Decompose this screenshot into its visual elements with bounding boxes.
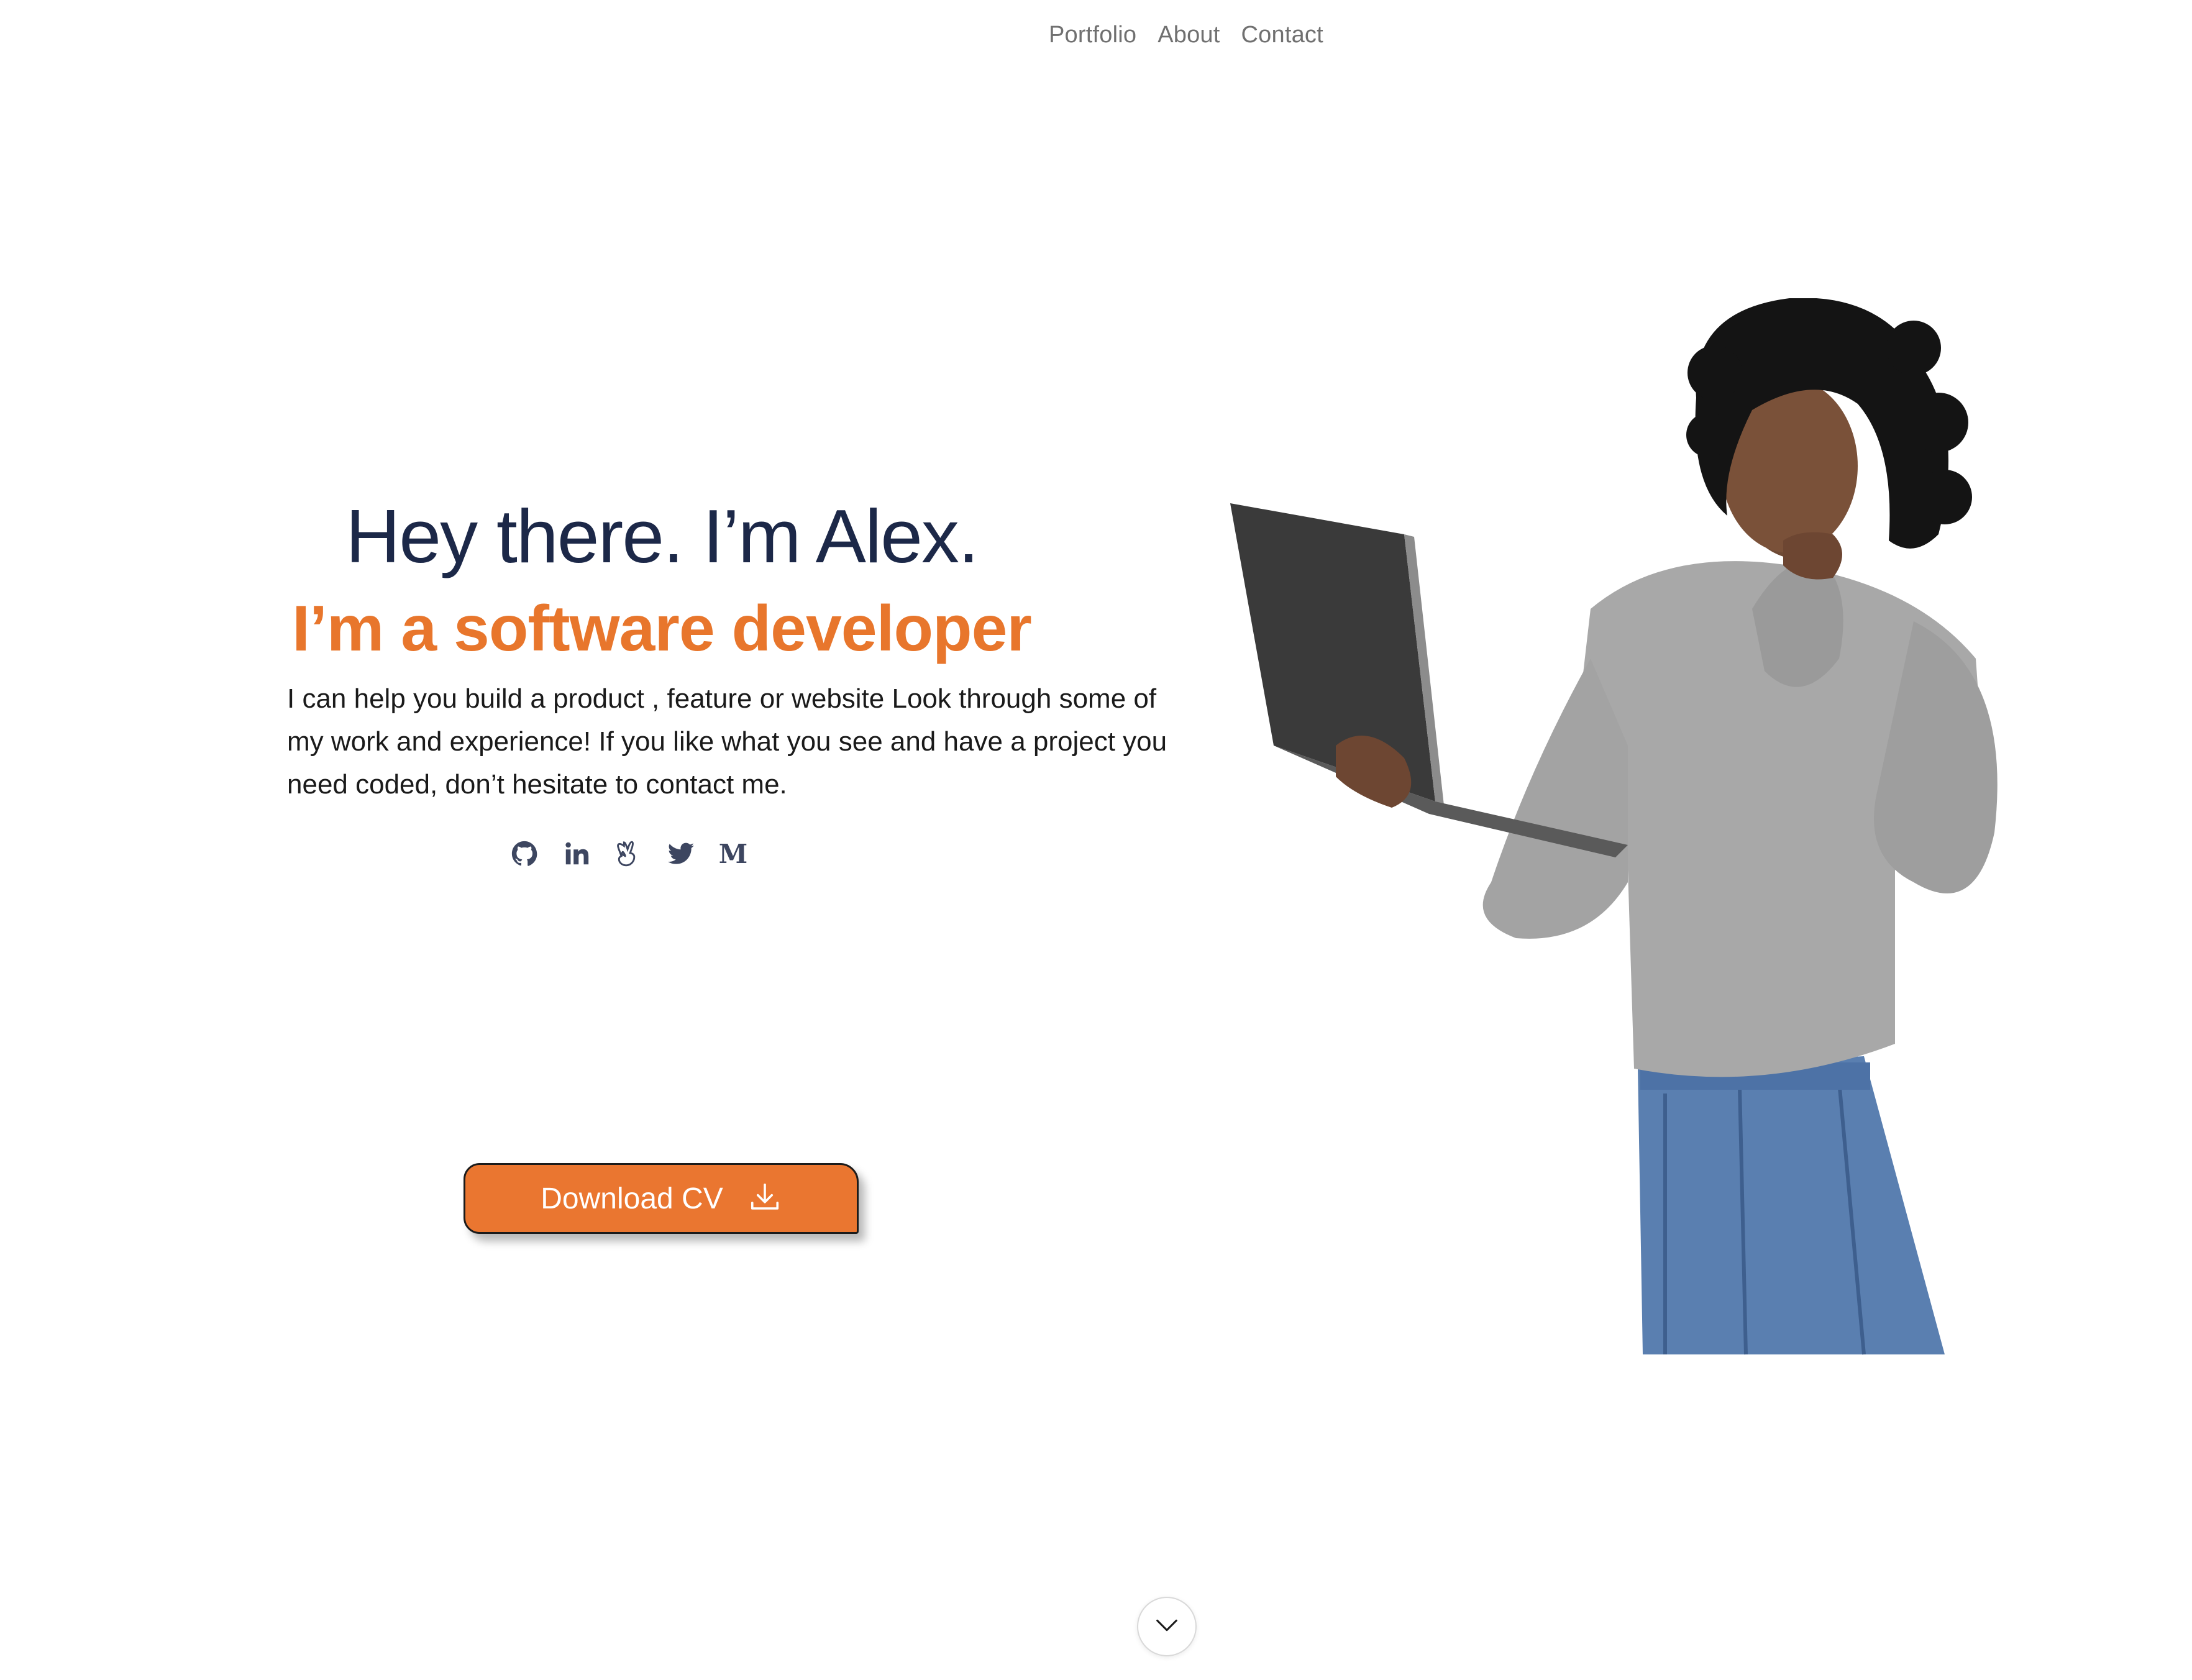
nav-link-portfolio[interactable]: Portfolio xyxy=(1049,22,1136,48)
github-icon[interactable] xyxy=(509,839,539,869)
social-links: M xyxy=(509,839,748,869)
medium-glyph: M xyxy=(718,838,748,869)
linkedin-icon[interactable] xyxy=(562,839,591,869)
medium-icon[interactable]: M xyxy=(718,839,748,869)
angellist-icon[interactable] xyxy=(614,839,644,869)
hero-description: I can help you build a product , feature… xyxy=(287,683,1167,800)
hero-title: Hey there. I’m Alex. xyxy=(345,494,979,578)
jeans xyxy=(1638,1056,1945,1354)
scroll-down-button[interactable] xyxy=(1137,1597,1197,1656)
laptop xyxy=(1230,503,1435,801)
download-icon xyxy=(748,1180,782,1217)
nav-link-contact[interactable]: Contact xyxy=(1241,22,1323,48)
chevron-down-icon xyxy=(1153,1611,1181,1643)
portfolio-page: Portfolio About Contact Hey there. I’m A… xyxy=(0,0,2192,1680)
top-nav: Portfolio About Contact xyxy=(1049,15,1323,55)
nav-link-about[interactable]: About xyxy=(1158,22,1220,48)
hero-photo xyxy=(1230,298,1998,1355)
download-cv-label: Download CV xyxy=(541,1182,723,1215)
twitter-icon[interactable] xyxy=(666,839,696,869)
download-cv-button[interactable]: Download CV xyxy=(464,1163,859,1234)
hero-subtitle: I’m a software developer xyxy=(292,593,1032,665)
